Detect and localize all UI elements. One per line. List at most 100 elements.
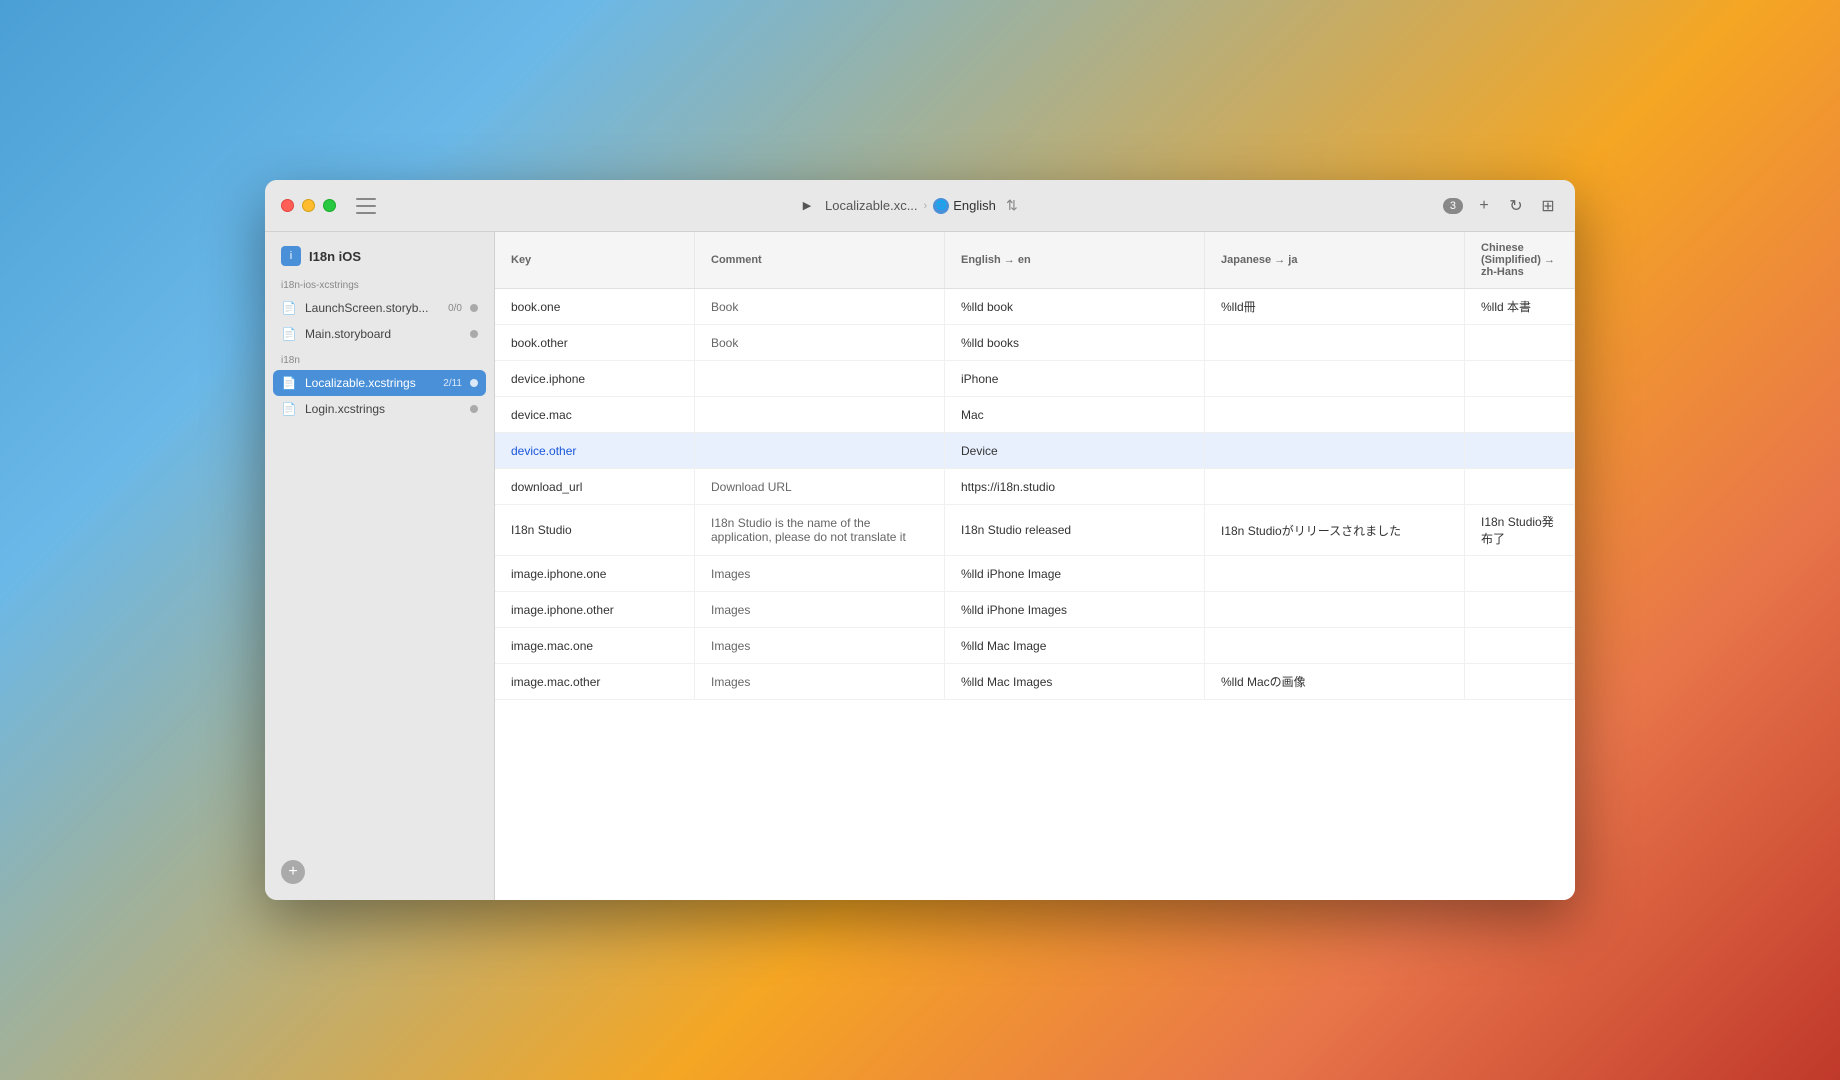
breadcrumb-lang-label: English xyxy=(953,198,996,213)
breadcrumb-language[interactable]: 🌐 English xyxy=(933,198,996,214)
cell-english: Device xyxy=(945,433,1205,468)
table-row[interactable]: book.other Book %lld books xyxy=(495,325,1575,361)
table-row-i18n-studio[interactable]: I18n Studio I18n Studio is the name of t… xyxy=(495,505,1575,556)
project-header: i I18n iOS xyxy=(265,240,494,272)
sidebar-section-header-1: i18n-ios-xcstrings xyxy=(265,272,494,295)
cell-japanese xyxy=(1205,361,1465,396)
sidebar-bottom: + xyxy=(265,852,494,892)
traffic-lights xyxy=(281,199,336,212)
cell-japanese xyxy=(1205,628,1465,663)
cell-chinese xyxy=(1465,592,1575,627)
cell-japanese xyxy=(1205,469,1465,504)
cell-japanese: I18n Studioがリリースされました xyxy=(1205,505,1465,555)
main-content: Key Comment English → en Japanese → ja C… xyxy=(495,232,1575,900)
file-icon: 📄 xyxy=(281,326,297,342)
add-button[interactable]: + xyxy=(1473,195,1495,217)
sidebar-item-label: Localizable.xcstrings xyxy=(305,376,435,390)
cell-english: iPhone xyxy=(945,361,1205,396)
sidebar-item-dot xyxy=(470,379,478,387)
cell-chinese xyxy=(1465,628,1575,663)
maximize-button[interactable] xyxy=(323,199,336,212)
sidebar-item-label: Login.xcstrings xyxy=(305,402,462,416)
cell-key: I18n Studio xyxy=(495,505,695,555)
col-header-comment: Comment xyxy=(695,232,945,288)
table-row-device-other[interactable]: device.other Device xyxy=(495,433,1575,469)
cell-japanese xyxy=(1205,556,1465,591)
cell-chinese xyxy=(1465,469,1575,504)
cell-comment: Book xyxy=(695,325,945,360)
cell-comment: Images xyxy=(695,664,945,699)
sidebar-item-badge: 2/11 xyxy=(443,378,462,389)
close-button[interactable] xyxy=(281,199,294,212)
file-icon: 📄 xyxy=(281,401,297,417)
cell-english: %lld iPhone Image xyxy=(945,556,1205,591)
sidebar-item-localizable[interactable]: 📄 Localizable.xcstrings 2/11 xyxy=(273,370,486,396)
table-row[interactable]: download_url Download URL https://i18n.s… xyxy=(495,469,1575,505)
titlebar: Localizable.xc... › 🌐 English ⇅ 3 + ↻ ⊞ xyxy=(265,180,1575,232)
cell-japanese xyxy=(1205,433,1465,468)
lang-icon: 🌐 xyxy=(933,198,949,214)
sidebar-item-login[interactable]: 📄 Login.xcstrings xyxy=(265,396,494,422)
sidebar-item-launchscreen[interactable]: 📄 LaunchScreen.storyb... 0/0 xyxy=(265,295,494,321)
file-icon: 📄 xyxy=(281,300,297,316)
sidebar-toggle-button[interactable] xyxy=(356,198,376,214)
add-project-button[interactable]: + xyxy=(281,860,305,884)
cell-english: %lld Mac Images xyxy=(945,664,1205,699)
sidebar-item-mainstoryboard[interactable]: 📄 Main.storyboard xyxy=(265,321,494,347)
cell-english: I18n Studio released xyxy=(945,505,1205,555)
cell-english: %lld Mac Image xyxy=(945,628,1205,663)
breadcrumb-project[interactable]: Localizable.xc... xyxy=(825,198,918,213)
sidebar: i I18n iOS i18n-ios-xcstrings 📄 LaunchSc… xyxy=(265,232,495,900)
cell-key: book.other xyxy=(495,325,695,360)
cell-key: image.iphone.one xyxy=(495,556,695,591)
breadcrumb-separator: › xyxy=(924,200,928,212)
table-row[interactable]: image.iphone.other Images %lld iPhone Im… xyxy=(495,592,1575,628)
col-header-english: English → en xyxy=(945,232,1205,288)
cell-english: %lld books xyxy=(945,325,1205,360)
sidebar-item-dot xyxy=(470,405,478,413)
cell-english: Mac xyxy=(945,397,1205,432)
table-row[interactable]: image.mac.other Images %lld Mac Images %… xyxy=(495,664,1575,700)
cell-japanese xyxy=(1205,397,1465,432)
play-button[interactable] xyxy=(797,196,817,216)
table-body: book.one Book %lld book %lld冊 %lld 本書 bo… xyxy=(495,289,1575,900)
file-icon: 📄 xyxy=(281,375,297,391)
cell-key: download_url xyxy=(495,469,695,504)
main-window: Localizable.xc... › 🌐 English ⇅ 3 + ↻ ⊞ … xyxy=(265,180,1575,900)
table-row[interactable]: device.iphone iPhone xyxy=(495,361,1575,397)
cell-key: device.iphone xyxy=(495,361,695,396)
sidebar-item-dot xyxy=(470,330,478,338)
sidebar-item-badge: 0/0 xyxy=(448,303,462,314)
cell-chinese: I18n Studio発布了 xyxy=(1465,505,1575,555)
refresh-button[interactable]: ↻ xyxy=(1505,195,1527,217)
cell-japanese xyxy=(1205,325,1465,360)
sidebar-section-header-2: i18n xyxy=(265,347,494,370)
cell-comment xyxy=(695,397,945,432)
titlebar-center: Localizable.xc... › 🌐 English ⇅ xyxy=(388,196,1431,216)
cell-key: book.one xyxy=(495,289,695,324)
sort-button[interactable]: ⇅ xyxy=(1002,196,1022,216)
cell-comment xyxy=(695,433,945,468)
col-header-key: Key xyxy=(495,232,695,288)
minimize-button[interactable] xyxy=(302,199,315,212)
cell-chinese xyxy=(1465,433,1575,468)
table-row[interactable]: book.one Book %lld book %lld冊 %lld 本書 xyxy=(495,289,1575,325)
cell-chinese: %lld 本書 xyxy=(1465,289,1575,324)
sidebar-item-dot xyxy=(470,304,478,312)
cell-chinese xyxy=(1465,325,1575,360)
table-row[interactable]: image.iphone.one Images %lld iPhone Imag… xyxy=(495,556,1575,592)
table-row[interactable]: device.mac Mac xyxy=(495,397,1575,433)
layout-button[interactable]: ⊞ xyxy=(1537,195,1559,217)
project-icon: i xyxy=(281,246,301,266)
cell-chinese xyxy=(1465,664,1575,699)
issues-badge: 3 xyxy=(1443,198,1463,214)
cell-comment: Download URL xyxy=(695,469,945,504)
cell-comment: Book xyxy=(695,289,945,324)
table-row[interactable]: image.mac.one Images %lld Mac Image xyxy=(495,628,1575,664)
cell-key: image.mac.one xyxy=(495,628,695,663)
cell-chinese xyxy=(1465,556,1575,591)
cell-english: %lld iPhone Images xyxy=(945,592,1205,627)
cell-chinese xyxy=(1465,361,1575,396)
window-body: i I18n iOS i18n-ios-xcstrings 📄 LaunchSc… xyxy=(265,232,1575,900)
cell-english: https://i18n.studio xyxy=(945,469,1205,504)
